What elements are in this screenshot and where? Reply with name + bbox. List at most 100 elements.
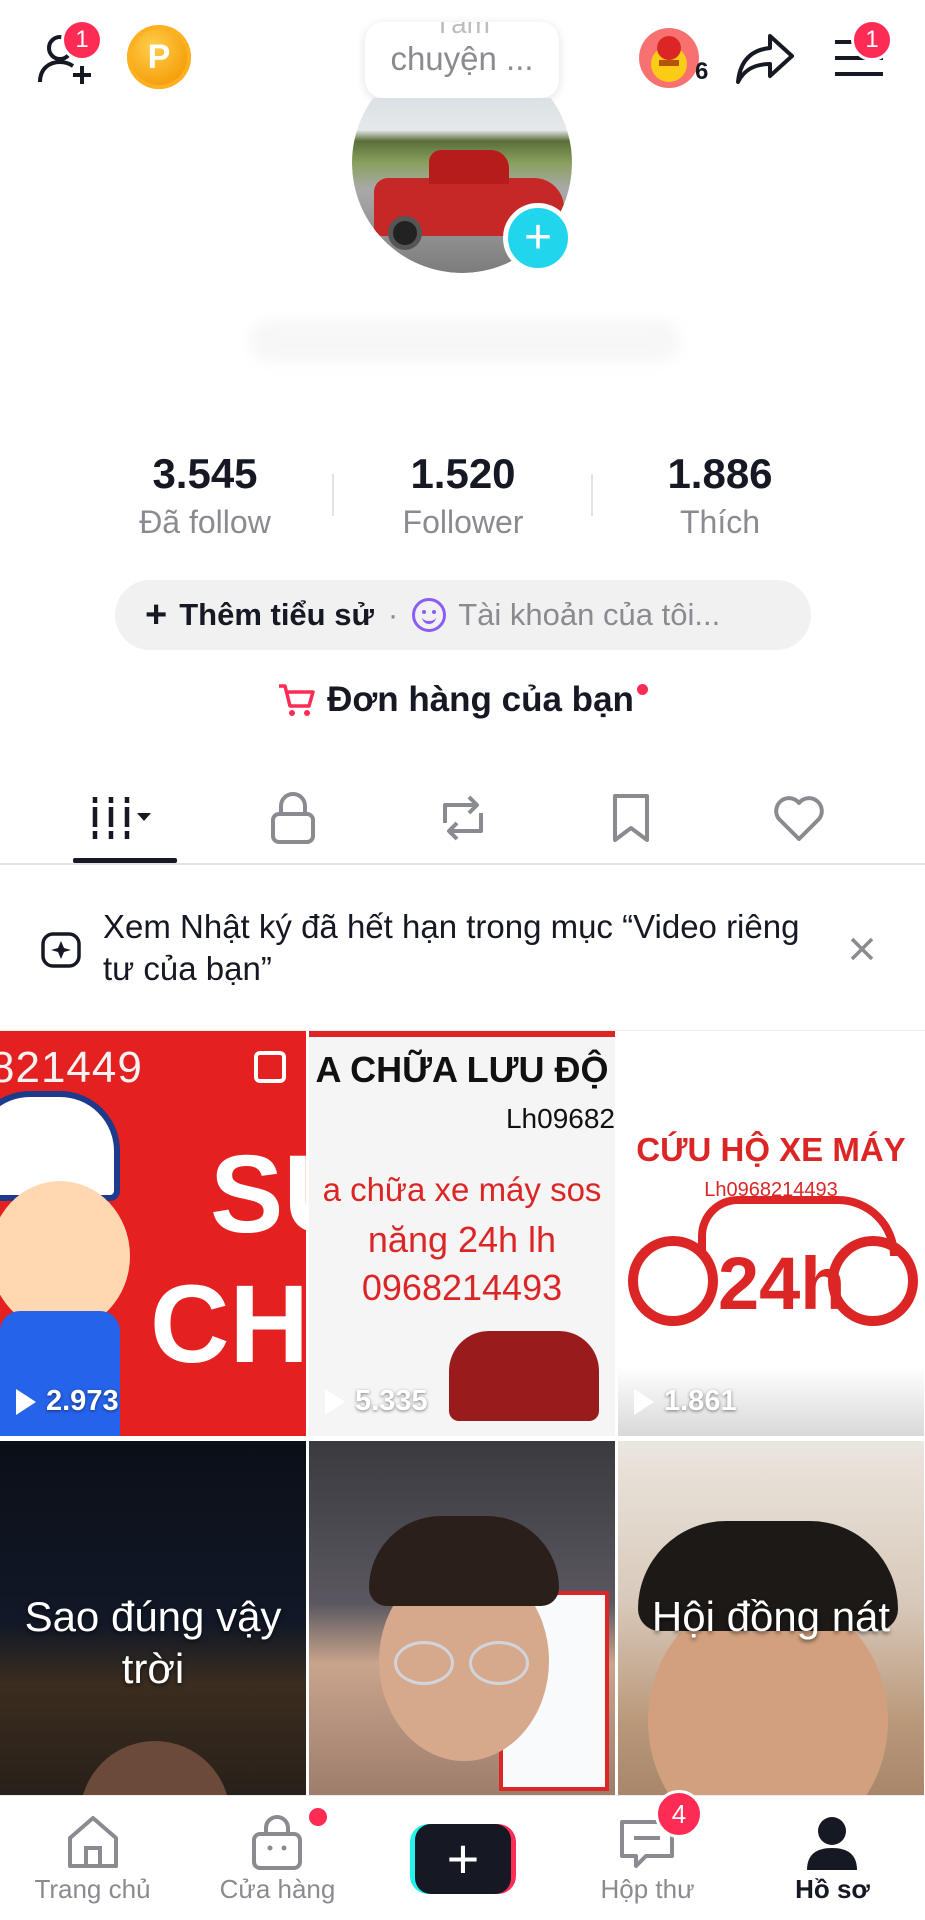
menu-badge: 1 [851, 19, 893, 61]
tab-videos[interactable] [32, 770, 217, 865]
stat-likes-value: 1.886 [667, 450, 773, 497]
tab-favorites[interactable] [538, 770, 723, 865]
inbox-badge: 4 [655, 1790, 703, 1838]
notice-text: Xem Nhật ký đã hết hạn trong mục “Video … [103, 908, 800, 987]
thumb-header: A CHỮA LƯU ĐỘ [315, 1049, 609, 1090]
stat-following-value: 3.545 [152, 450, 258, 497]
nav-shop[interactable]: Cửa hàng [185, 1796, 370, 1920]
sparkle-note-icon [41, 932, 81, 968]
nav-home-label: Trang chủ [34, 1874, 151, 1904]
thumb-number: 821449 [0, 1043, 143, 1092]
bike-outline [698, 1196, 898, 1256]
bio-pill[interactable]: + Thêm tiểu sử · Tài khoản của tôi... [115, 580, 811, 650]
add-story-button[interactable]: + [503, 203, 573, 273]
bio-separator: · [387, 597, 399, 632]
add-friend-badge: 1 [61, 19, 103, 61]
stat-divider [332, 474, 334, 516]
expired-notes-notice[interactable]: Xem Nhật ký đã hết hạn trong mục “Video … [0, 866, 925, 1031]
active-tab-indicator [73, 858, 177, 863]
play-icon [634, 1388, 654, 1415]
video-thumbnail[interactable] [309, 1441, 615, 1801]
view-count: 5.335 [325, 1385, 428, 1418]
close-notice-button[interactable] [848, 935, 878, 965]
create-button[interactable]: + [410, 1824, 516, 1894]
orders-dot [636, 684, 648, 695]
person-hair [369, 1516, 559, 1606]
video-thumbnail[interactable]: Sao đúng vậy trời [0, 1441, 306, 1801]
add-bio-label: Thêm tiểu sử [179, 597, 374, 632]
view-count-text: 1.861 [664, 1385, 737, 1417]
cart-icon [279, 684, 315, 716]
coin-letter: P [147, 37, 171, 76]
stat-likes-label: Thích [679, 504, 761, 540]
share-icon [736, 34, 794, 84]
thumb-big-text: SU [210, 1133, 306, 1256]
view-count: 1.861 [634, 1385, 737, 1418]
thumb-top-border [309, 1031, 615, 1037]
mechanic-face [0, 1181, 130, 1331]
nav-inbox[interactable]: 4 Hộp thư [555, 1790, 740, 1920]
plus-icon: + [415, 1824, 511, 1894]
nav-inbox-label: Hộp thư [600, 1874, 695, 1904]
nav-shop-label: Cửa hàng [219, 1874, 336, 1904]
stat-followers-value: 1.520 [410, 450, 516, 497]
account-text: Tài khoản của tôi... [458, 597, 721, 632]
note-line1: Tâm [434, 22, 490, 39]
tab-private[interactable] [200, 770, 385, 865]
video-caption: Hội đồng nát [651, 1593, 891, 1640]
gift-avatar-button[interactable] [634, 26, 704, 90]
stat-following-label: Đã follow [139, 504, 271, 540]
video-thumbnail[interactable]: Hội đồng nát [618, 1441, 924, 1801]
blurred-username [250, 320, 680, 362]
tab-liked[interactable] [706, 770, 891, 865]
video-thumbnail[interactable]: 821449 SU CHU 2.973 [0, 1031, 306, 1436]
play-icon [325, 1388, 345, 1415]
thumb-line1: a chữa xe máy sos [322, 1171, 602, 1208]
orders-link[interactable]: Đơn hàng của bạn [0, 680, 925, 720]
bottom-nav: Trang chủ Cửa hàng + 4 Hộp thư Hồ sơ [0, 1790, 925, 1920]
nav-home[interactable]: Trang chủ [0, 1796, 185, 1920]
thumb-phone: Lh09682 [505, 1103, 615, 1134]
multi-photo-icon [254, 1051, 286, 1083]
home-icon [68, 1816, 118, 1868]
heart-icon [773, 795, 824, 841]
nav-profile[interactable]: Hồ sơ [740, 1796, 925, 1920]
smile-icon [412, 598, 447, 632]
video-caption: Sao đúng vậy trời [24, 1593, 282, 1692]
glasses-right [469, 1641, 529, 1685]
tab-reposts[interactable] [370, 770, 555, 865]
stat-followers-label: Follower [402, 504, 524, 540]
play-icon [16, 1388, 36, 1415]
view-count-text: 2.973 [46, 1385, 119, 1417]
nav-create[interactable]: + [370, 1796, 555, 1920]
thumb-line2: năng 24h lh [367, 1219, 557, 1260]
video-thumbnail[interactable]: A CHỮA LƯU ĐỘ Lh09682 a chữa xe máy sos … [309, 1031, 615, 1436]
stat-following[interactable]: 3.545 Đã follow [75, 450, 335, 541]
motorbike-shape [449, 1331, 599, 1421]
view-count: 2.973 [16, 1385, 119, 1418]
thumb-title: CỨU HỘ XE MÁY [636, 1131, 906, 1168]
stat-likes[interactable]: 1.886 Thích [590, 450, 850, 541]
orders-label: Đơn hàng của bạn [327, 680, 634, 719]
note-line2: chuyện ... [390, 40, 534, 77]
stat-divider [591, 474, 593, 516]
plus-icon: + [145, 593, 168, 636]
nav-profile-label: Hồ sơ [795, 1874, 870, 1904]
stat-followers[interactable]: 1.520 Follower [333, 450, 593, 541]
repost-icon [442, 795, 483, 840]
person-face [80, 1741, 230, 1801]
lock-icon [270, 791, 315, 844]
video-thumbnail[interactable]: CỨU HỘ XE MÁY Lh0968214493 24h 1.861 [618, 1031, 924, 1436]
view-count-text: 5.335 [355, 1385, 428, 1417]
share-button[interactable] [733, 28, 797, 88]
gift-count: 6 [695, 58, 709, 85]
coin-icon[interactable]: P [127, 25, 191, 89]
grid-videos-icon [90, 796, 151, 839]
thumb-big-text2: CHU [150, 1263, 306, 1386]
glasses-left [394, 1641, 454, 1685]
close-icon [850, 937, 874, 961]
shopping-bag-icon [252, 1815, 302, 1870]
video-grid: 821449 SU CHU 2.973 A CHỮA LƯU ĐỘ Lh0968… [0, 1031, 925, 1801]
bookmark-icon [612, 793, 649, 842]
note-bubble[interactable]: Tâm chuyện ... [365, 22, 559, 98]
